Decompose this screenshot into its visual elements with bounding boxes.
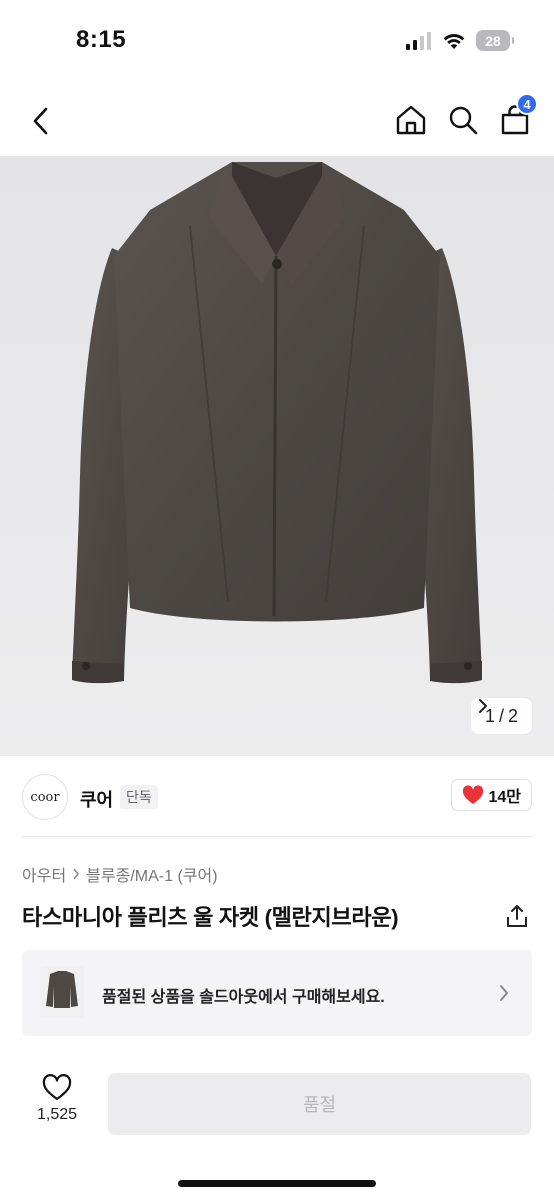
chevron-right-icon (478, 699, 487, 713)
share-button[interactable] (504, 902, 530, 930)
battery-level: 28 (485, 32, 501, 49)
brand-logo[interactable]: coor (22, 774, 68, 820)
search-button[interactable] (446, 102, 480, 138)
cart-button[interactable]: 4 (498, 93, 538, 138)
product-image-gallery[interactable]: 1 / 2 (0, 156, 554, 756)
brand-like-count: 14만 (488, 789, 521, 806)
cart-badge: 4 (516, 93, 538, 115)
divider (22, 836, 532, 837)
image-pager[interactable]: 1 / 2 (470, 698, 532, 734)
back-chevron-icon (33, 107, 48, 135)
chevron-right-icon (500, 985, 508, 1001)
battery-icon: 28 (476, 30, 514, 51)
soldout-button[interactable]: 품절 (108, 1073, 531, 1135)
banner-text: 품절된 상품을 솔드아웃에서 구매해보세요. (102, 989, 385, 1006)
status-icons: 28 (406, 30, 514, 51)
brand-like-button[interactable]: 14만 (451, 779, 532, 811)
heart-outline-icon (42, 1074, 72, 1101)
product-image (72, 162, 482, 684)
exclusive-badge: 단독 (120, 785, 158, 809)
wishlist-count: 1,525 (36, 1106, 78, 1123)
wifi-icon (443, 33, 465, 49)
heart-filled-icon (463, 785, 484, 804)
brand-logo-text: coor (30, 789, 60, 805)
soldout-banner[interactable]: 품절된 상품을 솔드아웃에서 구매해보세요. (22, 950, 532, 1036)
banner-thumbnail (40, 966, 84, 1018)
product-title: 타스마니아 플리츠 울 자켓 (멜란지브라운) (22, 905, 399, 930)
cellular-signal-icon (406, 31, 431, 50)
nav-actions: 4 (394, 93, 538, 138)
nav-bar: 4 (0, 92, 554, 150)
pager-separator: / (498, 705, 504, 726)
breadcrumb: 아우터 블루종/MA-1 (쿠어) (22, 862, 218, 886)
home-icon (396, 105, 426, 135)
back-button[interactable] (24, 102, 58, 140)
wishlist-button[interactable]: 1,525 (30, 1074, 84, 1124)
pager-total: 2 (507, 705, 518, 726)
search-icon (449, 106, 478, 135)
breadcrumb-category[interactable]: 아우터 (22, 862, 66, 886)
share-icon (507, 905, 527, 927)
status-bar: 8:15 28 (0, 0, 554, 80)
bottom-action-bar: 1,525 품절 (0, 1062, 554, 1152)
brand-name[interactable]: 쿠어 (80, 786, 113, 812)
banner-product-image (40, 966, 84, 1018)
chevron-right-icon (73, 868, 80, 880)
home-button[interactable] (394, 102, 428, 138)
brand-row: coor 쿠어 단독 14만 (0, 770, 554, 824)
status-time: 8:15 (76, 26, 127, 53)
breadcrumb-subcategory[interactable]: 블루종/MA-1 (쿠어) (86, 862, 217, 886)
home-indicator (178, 1180, 376, 1187)
